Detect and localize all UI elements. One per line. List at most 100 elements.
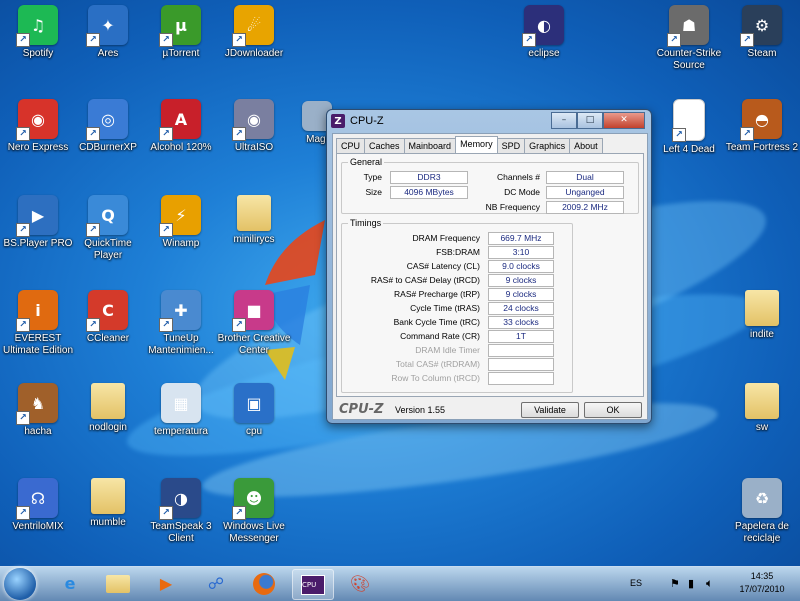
clock-date[interactable]: 17/07/2010 — [734, 584, 790, 594]
desktop-icon[interactable]: ☄ ↗ JDownloader — [216, 5, 292, 60]
utorrent-icon: µ ↗ — [159, 5, 201, 47]
close-button[interactable]: ✕ — [603, 112, 645, 129]
desktop-icon-label: JDownloader — [224, 48, 284, 59]
desktop-icon[interactable]: nodlogin — [70, 383, 146, 434]
firefox-icon[interactable] — [244, 569, 284, 598]
desktop-icon[interactable]: sw — [724, 383, 800, 434]
cpuz-window[interactable]: Z CPU-Z – □ ✕ CPU Caches Mainboard Memory SP… — [326, 109, 652, 424]
timing-label: RAS# to CAS# Delay (tRCD) — [370, 275, 480, 285]
tab-about[interactable]: About — [569, 138, 603, 154]
desktop-icon[interactable]: ✦ ↗ Ares — [70, 5, 146, 60]
desktop-icon[interactable]: ☊ ↗ VentriloMIX — [0, 478, 76, 533]
desktop-icon[interactable]: ♞ ↗ hacha — [0, 383, 76, 438]
desktop-icon[interactable]: ◓ ↗ Team Fortress 2 — [724, 99, 800, 154]
network-tray-icon[interactable]: ▮ — [688, 577, 694, 590]
flag-icon[interactable]: ⚑ — [670, 577, 680, 590]
desktop-icon-label: sw — [755, 422, 769, 433]
desktop-icon[interactable]: ◉ ↗ Nero Express — [0, 99, 76, 154]
network-icon[interactable]: ☍ — [196, 569, 236, 598]
shortcut-arrow-icon: ↗ — [232, 127, 246, 141]
timing-value: 33 clocks — [488, 316, 554, 329]
desktop-icon[interactable]: ✚ ↗ TuneUp Mantenimien... — [143, 290, 219, 357]
media-player-icon[interactable]: ▶ — [146, 569, 186, 598]
cpuz-task-icon[interactable]: CPU — [292, 569, 334, 600]
desktop-icon[interactable]: ☗ ↗ Counter-Strike Source — [651, 5, 727, 72]
desktop-icon-label: µTorrent — [162, 48, 200, 59]
tab-caches[interactable]: Caches — [364, 138, 405, 154]
desktop-icon[interactable]: ⚡ ↗ Winamp — [143, 195, 219, 250]
maximize-button[interactable]: □ — [577, 112, 603, 129]
ccleaner-icon: C ↗ — [86, 290, 128, 332]
desktop-icon[interactable]: C ↗ CCleaner — [70, 290, 146, 345]
desktop-icon[interactable]: ■ ↗ Brother Creative Center — [216, 290, 292, 357]
desktop-icon[interactable]: A ↗ Alcohol 120% — [143, 99, 219, 154]
desktop-icon[interactable]: minilirycs — [216, 195, 292, 246]
timing-label: Cycle Time (tRAS) — [410, 303, 480, 313]
desktop-icon[interactable]: ▣ cpu — [216, 383, 292, 438]
shortcut-arrow-icon: ↗ — [232, 506, 246, 520]
desktop-icon[interactable]: ☻ ↗ Windows Live Messenger — [216, 478, 292, 545]
desktop-icon[interactable]: ♫ ↗ Spotify — [0, 5, 76, 60]
shortcut-arrow-icon: ↗ — [522, 33, 536, 47]
volume-icon[interactable]: 🔈︎ — [706, 576, 713, 591]
tab-memory[interactable]: Memory — [455, 136, 498, 154]
ok-button[interactable]: OK — [584, 402, 642, 418]
tab-cpu[interactable]: CPU — [336, 138, 366, 154]
cpuz-brand: CPU-Z — [339, 402, 384, 417]
taskbar: e ▶ ☍ CPU 🎨︎ ES ⚑ ▮ 🔈︎ 14:35 17/07/2010 — [0, 566, 800, 601]
desktop-icon[interactable]: ◑ ↗ TeamSpeak 3 Client — [143, 478, 219, 545]
desktop-icon[interactable]: ◉ ↗ UltraISO — [216, 99, 292, 154]
desktop-icon-label: Steam — [747, 48, 777, 59]
messenger-icon: ☻ ↗ — [232, 478, 274, 520]
language-indicator[interactable]: ES — [630, 578, 642, 588]
alcohol-icon: A ↗ — [159, 99, 201, 141]
paint-icon[interactable]: 🎨︎ — [340, 569, 380, 598]
document-icon: ↗ — [672, 99, 705, 142]
size-label: Size — [365, 187, 382, 197]
timing-value: 9.0 clocks — [488, 260, 554, 273]
desktop-icon-label: Spotify — [22, 48, 54, 59]
desktop-icon[interactable]: ♻ Papelera de reciclaje — [724, 478, 800, 545]
desktop-icon[interactable]: ▶ ↗ BS.Player PRO — [0, 195, 76, 250]
timing-label: Bank Cycle Time (tRC) — [393, 317, 480, 327]
desktop-icon[interactable]: mumble — [70, 478, 146, 529]
steam-icon: ⚙ ↗ — [740, 5, 782, 47]
start-button[interactable] — [4, 568, 36, 600]
desktop-icon[interactable]: ↗ Left 4 Dead — [651, 99, 727, 156]
validate-button[interactable]: Validate — [521, 402, 579, 418]
timings-group: Timings DRAM Frequency 669.7 MHz FSB:DRAM 3… — [341, 218, 573, 393]
desktop-icon[interactable]: ⚙ ↗ Steam — [724, 5, 800, 60]
clock-time[interactable]: 14:35 — [744, 571, 780, 581]
window-title: CPU-Z — [350, 115, 384, 127]
desktop-icon[interactable]: indite — [724, 290, 800, 341]
desktop-icon[interactable]: ◎ ↗ CDBurnerXP — [70, 99, 146, 154]
explorer-icon[interactable] — [98, 569, 138, 598]
desktop-icon[interactable]: i ↗ EVEREST Ultimate Edition — [0, 290, 76, 357]
timing-value — [488, 344, 554, 357]
ie-icon[interactable]: e — [50, 569, 90, 598]
dcmode-label: DC Mode — [504, 187, 540, 197]
minimize-button[interactable]: – — [551, 112, 577, 129]
desktop-icon[interactable]: ▦ temperatura — [143, 383, 219, 438]
desktop-icon-label: TeamSpeak 3 Client — [150, 521, 212, 544]
desktop-icon[interactable]: µ ↗ µTorrent — [143, 5, 219, 60]
desktop-icon-label: UltraISO — [234, 142, 274, 153]
tab-mainboard[interactable]: Mainboard — [403, 138, 457, 154]
desktop-icon-label: CCleaner — [86, 333, 130, 344]
desktop-icon[interactable]: Q ↗ QuickTime Player — [70, 195, 146, 262]
timing-label: DRAM Idle Timer — [415, 345, 480, 355]
timing-value: 9 clocks — [488, 288, 554, 301]
desktop-icon[interactable]: ◐ ↗ eclipse — [506, 5, 582, 60]
timing-label: DRAM Frequency — [412, 233, 480, 243]
shortcut-arrow-icon: ↗ — [86, 318, 100, 332]
shortcut-arrow-icon: ↗ — [16, 127, 30, 141]
tab-graphics[interactable]: Graphics — [524, 138, 571, 154]
tab-spd[interactable]: SPD — [496, 138, 526, 154]
title-bar[interactable]: Z CPU-Z – □ ✕ — [327, 110, 651, 132]
screenshot-icon: ▦ — [161, 383, 201, 423]
shortcut-arrow-icon: ↗ — [232, 33, 246, 47]
shortcut-arrow-icon: ↗ — [16, 318, 30, 332]
cdburner-icon: ◎ ↗ — [86, 99, 128, 141]
shortcut-arrow-icon: ↗ — [86, 127, 100, 141]
desktop-icon-label: VentriloMIX — [12, 521, 64, 532]
